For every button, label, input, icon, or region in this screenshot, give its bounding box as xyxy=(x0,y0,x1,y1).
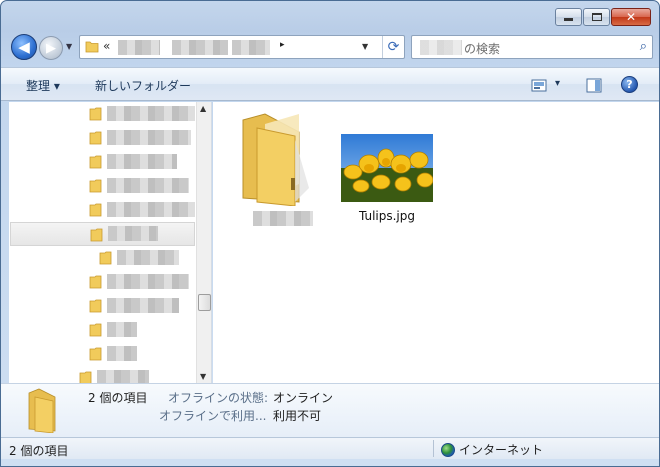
maximize-icon xyxy=(591,13,602,21)
security-zone: インターネット xyxy=(441,441,543,458)
navigation-bar: ◀ ▶ ▼ « ▸ ▼ ⟳ の検索 ⌕ xyxy=(9,34,653,60)
minimize-icon xyxy=(564,18,573,21)
tree-item-label-redacted xyxy=(108,226,158,241)
search-box[interactable]: の検索 ⌕ xyxy=(411,35,653,59)
breadcrumb-segment-redacted[interactable] xyxy=(172,40,228,55)
offline-status-label: オフラインの状態: xyxy=(168,391,269,405)
folder-icon xyxy=(90,228,103,242)
tree-item[interactable] xyxy=(9,246,195,270)
tree-item[interactable] xyxy=(9,342,195,366)
forward-button[interactable]: ▶ xyxy=(39,36,63,60)
folder-item[interactable] xyxy=(235,110,331,226)
tree-item[interactable] xyxy=(9,198,195,222)
details-item-count: 2 個の項目 xyxy=(88,391,148,405)
status-bar: 2 個の項目 インターネット xyxy=(1,437,659,459)
minimize-button[interactable] xyxy=(555,8,582,26)
back-button[interactable]: ◀ xyxy=(11,34,37,60)
details-pane: 2 個の項目 オフラインの状態: オンライン オフラインで利用... 利用不可 xyxy=(1,383,659,437)
tree-item-label-redacted xyxy=(107,130,191,145)
scrollbar-thumb[interactable] xyxy=(198,294,211,311)
address-overflow-chevron[interactable]: « xyxy=(103,39,110,53)
tree-item[interactable] xyxy=(9,102,195,126)
tulips-thumbnail xyxy=(341,134,434,202)
tree-item[interactable] xyxy=(9,294,195,318)
change-view-icon[interactable] xyxy=(531,79,547,92)
folder-icon xyxy=(85,41,99,53)
tree-item-label-redacted xyxy=(107,178,189,193)
refresh-button[interactable]: ⟳ xyxy=(382,36,404,58)
tree-item[interactable] xyxy=(9,270,195,294)
folder-icon xyxy=(99,251,112,265)
folder-icon xyxy=(89,155,102,169)
tree-item[interactable] xyxy=(9,150,195,174)
status-separator xyxy=(433,440,434,457)
forward-arrow-icon: ▶ xyxy=(46,40,56,56)
explorer-window: ✕ ◀ ▶ ▼ « ▸ ▼ ⟳ の検索 ⌕ 整理 ▾ 新しいフォルダー ▾ ? … xyxy=(0,0,660,467)
organize-button[interactable]: 整理 ▾ xyxy=(26,77,60,94)
close-button[interactable]: ✕ xyxy=(611,8,651,26)
details-folder-icon xyxy=(28,388,56,433)
caption-buttons: ✕ xyxy=(555,8,651,26)
tree-item-label-redacted xyxy=(107,154,177,169)
tree-item-selected[interactable] xyxy=(10,222,195,246)
tree-item-label-redacted xyxy=(117,250,179,265)
file-list: Tulips.jpg xyxy=(213,102,659,383)
command-bar: 整理 ▾ 新しいフォルダー ▾ ? xyxy=(1,67,659,101)
folder-icon xyxy=(89,179,102,193)
search-placeholder: の検索 xyxy=(464,42,501,56)
search-icon[interactable]: ⌕ xyxy=(640,39,647,54)
views-dropdown-icon[interactable]: ▾ xyxy=(555,78,560,89)
offline-availability-label: オフラインで利用... xyxy=(159,409,267,423)
help-icon: ? xyxy=(626,78,633,91)
folder-icon xyxy=(89,107,102,121)
navigation-pane: ▲ ▼ xyxy=(9,102,212,383)
folder-name-redacted xyxy=(253,211,313,226)
internet-globe-icon xyxy=(441,442,455,457)
tree-item-label-redacted xyxy=(107,298,179,313)
tree-item-label-redacted xyxy=(107,274,189,289)
preview-pane-icon[interactable] xyxy=(586,78,602,93)
breadcrumb-segment-redacted[interactable] xyxy=(232,40,270,55)
help-button[interactable]: ? xyxy=(621,76,638,93)
search-scope-redacted xyxy=(420,40,462,55)
history-dropdown-icon[interactable]: ▼ xyxy=(66,42,72,51)
folder-icon xyxy=(89,299,102,313)
folder-icon xyxy=(89,347,102,361)
offline-availability-value: 利用不可 xyxy=(273,409,322,423)
scroll-up-icon[interactable]: ▲ xyxy=(200,104,206,113)
tree-item-label-redacted xyxy=(97,370,149,383)
tree-item[interactable] xyxy=(9,126,195,150)
address-dropdown-icon[interactable]: ▼ xyxy=(362,42,368,51)
image-file-name: Tulips.jpg xyxy=(358,209,416,223)
close-icon: ✕ xyxy=(625,10,637,24)
folder-icon xyxy=(89,275,102,289)
breadcrumb-arrow-icon[interactable]: ▸ xyxy=(280,40,285,50)
image-file-item[interactable]: Tulips.jpg xyxy=(341,134,434,223)
refresh-icon: ⟳ xyxy=(387,39,400,55)
scroll-down-icon[interactable]: ▼ xyxy=(200,372,206,381)
folder-icon xyxy=(79,371,92,383)
tree-item[interactable] xyxy=(9,366,195,383)
maximize-button[interactable] xyxy=(583,8,610,26)
offline-status-value: オンライン xyxy=(273,391,334,405)
tree-item[interactable] xyxy=(9,318,195,342)
tree-item-label-redacted xyxy=(107,322,137,337)
back-arrow-icon: ◀ xyxy=(18,38,30,56)
tree-item-label-redacted xyxy=(107,202,195,217)
large-folder-icon xyxy=(242,113,309,207)
navigation-pane-scrollbar[interactable]: ▲ ▼ xyxy=(196,102,211,383)
status-item-count: 2 個の項目 xyxy=(9,444,69,458)
folder-icon xyxy=(89,131,102,145)
folder-icon xyxy=(89,323,102,337)
new-folder-button[interactable]: 新しいフォルダー xyxy=(95,77,191,94)
tree-item-label-redacted xyxy=(107,106,195,121)
address-bar[interactable]: « ▸ ▼ ⟳ xyxy=(79,35,405,59)
folder-icon xyxy=(89,203,102,217)
tree-item[interactable] xyxy=(9,174,195,198)
breadcrumb-segment-redacted[interactable] xyxy=(118,40,160,55)
security-zone-label: インターネット xyxy=(459,443,544,457)
tree-item-label-redacted xyxy=(107,346,137,361)
